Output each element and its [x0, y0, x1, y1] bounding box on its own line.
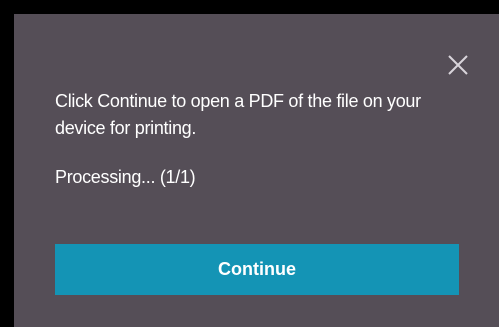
continue-button[interactable]: Continue — [55, 244, 459, 295]
processing-status: Processing... (1/1) — [55, 167, 196, 187]
dialog-message: Click Continue to open a PDF of the file… — [55, 91, 421, 138]
close-button[interactable] — [447, 54, 469, 76]
close-icon — [448, 55, 468, 75]
print-dialog: Click Continue to open a PDF of the file… — [14, 14, 499, 327]
